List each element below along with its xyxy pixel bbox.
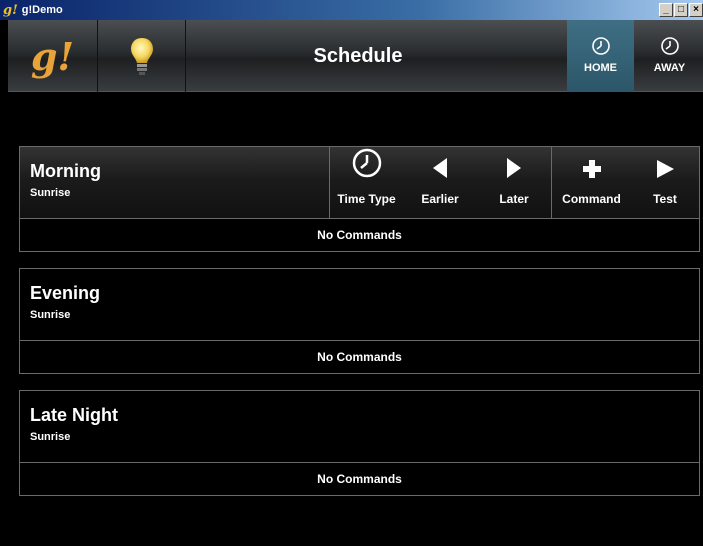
home-mode-label: HOME: [584, 62, 617, 74]
play-icon: [657, 160, 674, 178]
commands-status: No Commands: [20, 340, 699, 373]
lights-button[interactable]: [99, 20, 186, 92]
app-header: g! Schedule HOME AWAY: [8, 20, 703, 92]
plus-icon: [582, 160, 601, 178]
command-label: Command: [562, 192, 621, 206]
time-type-button[interactable]: Time Type: [329, 147, 403, 218]
test-label: Test: [653, 192, 677, 206]
brand-logo: g!: [30, 33, 75, 79]
minimize-button[interactable]: _: [659, 3, 673, 17]
page-title: Schedule: [313, 45, 403, 67]
earlier-label: Earlier: [421, 192, 459, 206]
add-command-button[interactable]: Command: [551, 147, 631, 218]
schedule-panel-evening[interactable]: Evening Sunrise No Commands: [19, 268, 700, 374]
window-controls: _ □ ×: [659, 3, 703, 17]
schedule-header[interactable]: Morning Sunrise Time Type Earlier Later …: [20, 147, 699, 218]
schedule-title: Morning: [30, 161, 101, 181]
schedule-title: Late Night: [30, 405, 118, 425]
lightbulb-icon: [131, 38, 153, 75]
schedule-subtitle: Sunrise: [30, 187, 71, 199]
schedule-toolbar: Time Type Earlier Later Command Test: [329, 147, 699, 218]
schedule-header[interactable]: Evening Sunrise: [20, 269, 699, 340]
app-logo-icon: g!: [3, 2, 18, 18]
earlier-button[interactable]: Earlier: [403, 147, 477, 218]
schedule-panel-late-night[interactable]: Late Night Sunrise No Commands: [19, 390, 700, 496]
clock-icon: [352, 148, 381, 178]
arrow-right-icon: [507, 158, 521, 178]
later-button[interactable]: Later: [477, 147, 551, 218]
away-mode-label: AWAY: [653, 62, 686, 74]
window-title: g!Demo: [21, 4, 63, 16]
clock-icon: [591, 37, 610, 55]
away-mode-button[interactable]: AWAY: [636, 20, 703, 92]
test-button[interactable]: Test: [631, 147, 699, 218]
arrow-left-icon: [433, 158, 447, 178]
schedule-header[interactable]: Late Night Sunrise: [20, 391, 699, 462]
schedule-panel-morning[interactable]: Morning Sunrise Time Type Earlier Later …: [19, 146, 700, 252]
clock-icon: [660, 37, 679, 55]
schedule-subtitle: Sunrise: [30, 309, 71, 321]
commands-status: No Commands: [20, 462, 699, 495]
schedule-subtitle: Sunrise: [30, 431, 71, 443]
home-mode-button[interactable]: HOME: [567, 20, 634, 92]
close-button[interactable]: ×: [689, 3, 703, 17]
window-titlebar: g! g!Demo _ □ ×: [0, 0, 703, 20]
home-logo-button[interactable]: g!: [8, 20, 98, 92]
commands-status: No Commands: [20, 218, 699, 251]
time-type-label: Time Type: [337, 192, 396, 206]
schedule-title: Evening: [30, 283, 101, 303]
later-label: Later: [499, 192, 529, 206]
maximize-button[interactable]: □: [674, 3, 688, 17]
